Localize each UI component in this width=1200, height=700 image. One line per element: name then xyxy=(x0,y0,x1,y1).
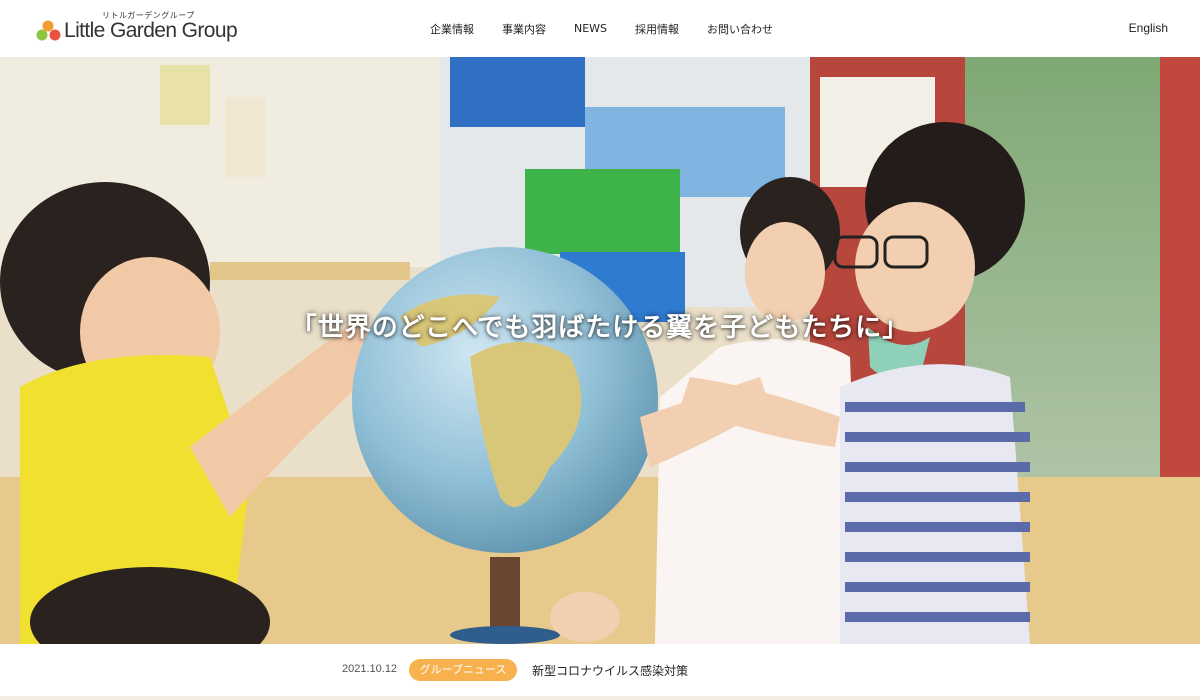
nav-item-recruit[interactable]: 採用情報 xyxy=(635,21,679,37)
news-date: 2021.10.12 xyxy=(342,663,398,675)
news-ticker: 2021.10.12 グループニュース 新型コロナウイルス感染対策 xyxy=(0,644,1200,696)
news-title-link[interactable]: 新型コロナウイルス感染対策 xyxy=(532,662,688,679)
logo-dots-icon xyxy=(36,20,61,41)
main-nav: 企業情報 事業内容 NEWS 採用情報 お問い合わせ xyxy=(430,0,773,57)
logo-name: Little Garden Group xyxy=(64,19,238,42)
nav-item-news[interactable]: NEWS xyxy=(574,22,607,35)
section-divider xyxy=(0,696,1200,700)
nav-item-business[interactable]: 事業内容 xyxy=(502,21,546,37)
logo[interactable]: リトルガーデングループ Little Garden Group xyxy=(36,8,238,50)
hero-photo xyxy=(0,57,1200,644)
hero-section: 「世界のどこへでも羽ばたける翼を子どもたちに」 xyxy=(0,57,1200,644)
nav-item-company[interactable]: 企業情報 xyxy=(430,21,474,37)
site-header: リトルガーデングループ Little Garden Group 企業情報 事業内… xyxy=(0,0,1200,57)
hero-catchphrase: 「世界のどこへでも羽ばたける翼を子どもたちに」 xyxy=(290,313,910,343)
news-category-badge: グループニュース xyxy=(409,659,517,681)
nav-item-contact[interactable]: お問い合わせ xyxy=(707,21,773,37)
language-switch-link[interactable]: English xyxy=(1129,21,1168,35)
